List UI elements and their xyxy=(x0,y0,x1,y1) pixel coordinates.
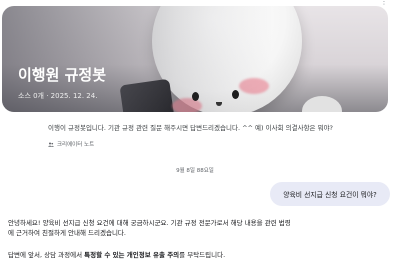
answer-line: 답변에 앞서, 상담 과정에서 특정할 수 있는 개인정보 유출 주의를 부탁드… xyxy=(8,251,226,259)
user-message-bubble: 양육비 선지급 신청 요건이 뭐야? xyxy=(270,182,390,206)
user-message-text: 양육비 선지급 신청 요건이 뭐야? xyxy=(283,191,377,199)
creator-note-link[interactable]: 크리에이터 노트 xyxy=(48,140,94,148)
bot-answer: 안녕하세요! 양육비 선지급 신청 요건에 대해 궁금하시군요. 기관 규정 전… xyxy=(8,218,388,260)
creator-note-label: 크리에이터 노트 xyxy=(57,142,95,148)
source-meta: 소스 0개 · 2025. 12. 24. xyxy=(18,92,98,100)
answer-line: 에 근거하여 친절하게 안내해 드리겠습니다. xyxy=(8,229,126,237)
people-icon xyxy=(48,142,54,147)
intro-message: 이행이 규정봇입니다. 기관 규정 관련 질문 해주시면 답변드리겠습니다. ^… xyxy=(48,124,334,132)
notebook-hero-banner: 이행원 규정봇 소스 0개 · 2025. 12. 24. xyxy=(2,6,388,112)
privacy-warning-emphasis: 특정할 수 있는 개인정보 유출 주의 xyxy=(84,251,180,259)
page-title: 이행원 규정봇 xyxy=(18,66,107,84)
answer-line: 안녕하세요! 양육비 선지급 신청 요건에 대해 궁금하시군요. 기관 규정 전… xyxy=(8,219,291,227)
chat-timestamp: 9월 8일 88요일 xyxy=(176,168,214,174)
